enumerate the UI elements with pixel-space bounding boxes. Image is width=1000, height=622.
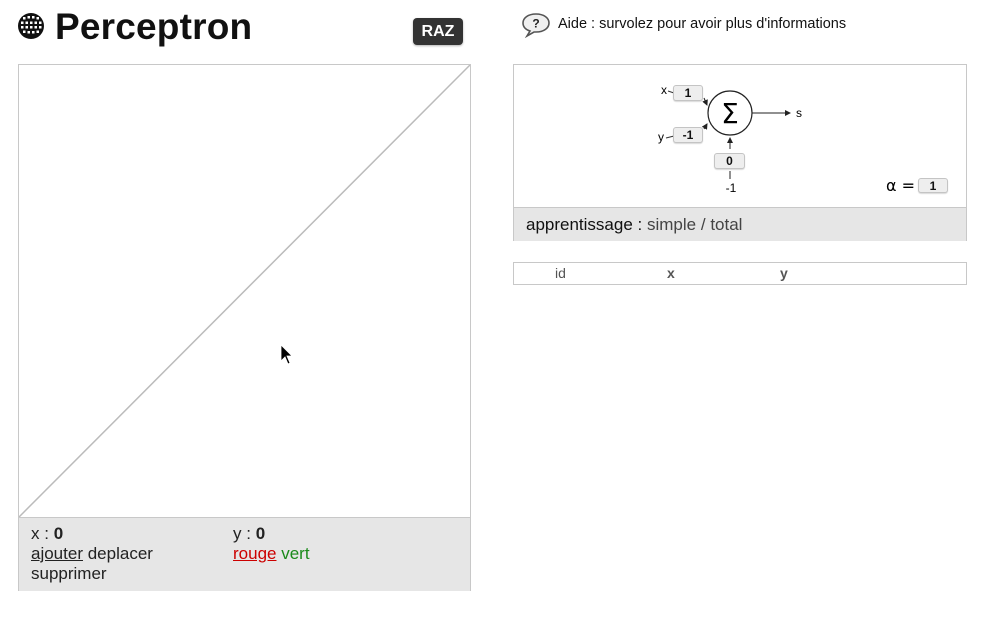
learning-total-link[interactable]: total [710, 215, 742, 234]
mode-delete-link[interactable]: supprimer [31, 564, 107, 583]
learning-label: apprentissage : [526, 215, 643, 234]
edge-wy-sum [701, 123, 708, 130]
color-green-link[interactable]: vert [281, 544, 309, 563]
plot-canvas[interactable] [19, 65, 470, 517]
x-value: 0 [53, 524, 64, 543]
y-coordinate: y : 0 [233, 524, 266, 543]
bias-input-label: -1 [726, 181, 737, 195]
column-header-id: id [555, 265, 566, 281]
separator-line [19, 65, 470, 517]
sum-symbol: Σ [721, 97, 739, 130]
column-header-y: y [780, 265, 788, 281]
input-y-label: y [658, 130, 664, 144]
output-label: s [796, 106, 802, 120]
canvas-panel: x : 0 y : 0 ajouter deplacer supprimer r… [18, 64, 471, 591]
cursor-icon [280, 344, 293, 365]
input-x-label: x [661, 83, 667, 97]
bias-weight-input[interactable]: 0 [714, 153, 745, 169]
x-coordinate: x : 0 [31, 524, 64, 543]
column-header-x: x [667, 265, 675, 281]
learning-bar: apprentissage : simple / total [514, 207, 966, 241]
canvas-footer: x : 0 y : 0 ajouter deplacer supprimer r… [19, 517, 470, 591]
alpha-input[interactable]: 1 [918, 178, 948, 193]
help-glyph: ? [532, 17, 539, 31]
neuron-diagram: x y Σ s -1 α = [658, 83, 915, 195]
help-text: Aide : survolez pour avoir plus d'inform… [558, 16, 847, 32]
weight-x-input[interactable]: 1 [673, 85, 703, 101]
edge-wx-sum [702, 97, 708, 106]
points-table: id x y [513, 262, 967, 285]
weight-y-input[interactable]: -1 [673, 127, 703, 143]
mode-move-link[interactable]: deplacer [88, 544, 153, 563]
neuron-panel: x y Σ s -1 α = 1 -1 0 1 apprentissage : … [513, 64, 967, 241]
globe-icon [18, 13, 44, 39]
mode-add-link[interactable]: ajouter [31, 544, 83, 563]
learning-separator: / [700, 215, 706, 234]
reset-button[interactable]: RAZ [413, 18, 463, 45]
learning-simple-link[interactable]: simple [647, 215, 696, 234]
page-title: Perceptron [55, 6, 253, 47]
color-red-link[interactable]: rouge [233, 544, 276, 563]
help-bubble-icon[interactable]: ? [521, 12, 551, 38]
alpha-label: α = [886, 176, 915, 195]
y-value: 0 [255, 524, 266, 543]
